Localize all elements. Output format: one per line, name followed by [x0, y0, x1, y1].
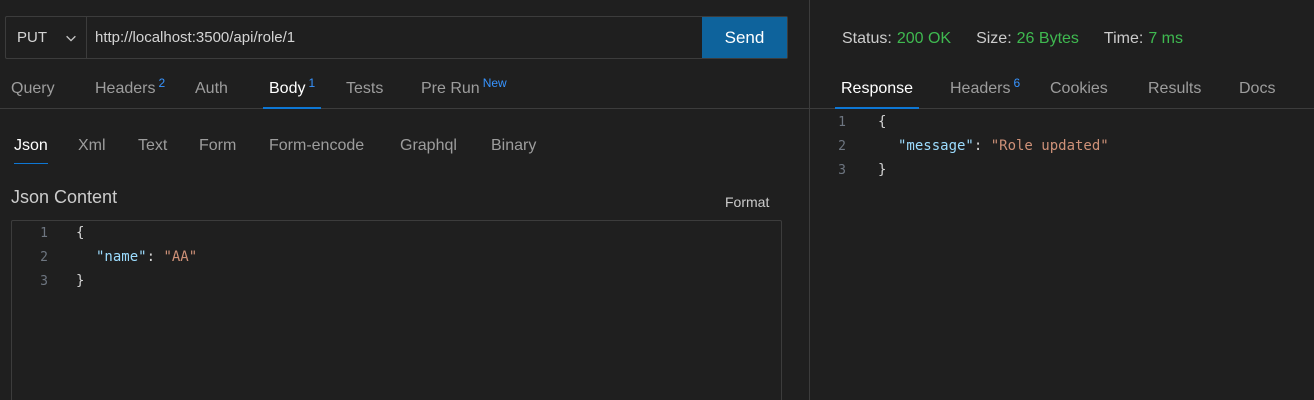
tab-response[interactable]: Response: [834, 68, 920, 109]
format-button[interactable]: Format: [725, 194, 769, 210]
code-text: }: [76, 273, 85, 289]
json-value: "AA": [163, 249, 198, 265]
url-input[interactable]: [87, 17, 702, 58]
line-number: 2: [40, 249, 48, 265]
time-stat: Time: 7 ms: [1104, 30, 1183, 48]
api-client-window: PUT Send Query Headers 2 Auth Body 1: [0, 0, 1314, 400]
send-button[interactable]: Send: [702, 17, 787, 58]
line-number: 1: [838, 114, 846, 130]
json-value: "Role updated": [990, 138, 1109, 154]
status-label: Status:: [842, 30, 892, 47]
body-type-form[interactable]: Form: [199, 128, 236, 164]
tab-label: Auth: [195, 79, 228, 97]
tab-label: Pre Run: [421, 79, 480, 97]
size-label: Size:: [976, 30, 1012, 47]
body-type-text[interactable]: Text: [138, 128, 167, 164]
time-label: Time:: [1103, 30, 1144, 47]
url-bar: PUT Send: [5, 16, 788, 59]
size-value: 26 Bytes: [1016, 30, 1079, 47]
tab-label: Query: [11, 79, 55, 97]
line-number: 3: [40, 273, 48, 289]
editor-line: 1 {: [12, 221, 781, 245]
line-number: 1: [40, 225, 48, 241]
response-pane: Status: 200 OK Size: 26 Bytes Time: 7 ms…: [810, 0, 1314, 400]
headers-count-badge: 2: [158, 75, 166, 90]
body-type-tabs: Json Xml Text Form Form-encode Graphql B…: [0, 128, 809, 168]
size-stat: Size: 26 Bytes: [976, 30, 1079, 48]
json-editor[interactable]: 1 { 2 "name": "AA" 3 }: [11, 220, 782, 400]
response-line: 1 {: [810, 110, 1314, 134]
body-type-json[interactable]: Json: [14, 128, 48, 164]
editor-line: 2 "name": "AA": [12, 245, 781, 269]
tab-tests[interactable]: Tests: [346, 68, 383, 109]
tab-label: Results: [1148, 79, 1202, 97]
body-count-badge: 1: [308, 75, 316, 90]
tab-headers[interactable]: Headers 2: [95, 68, 165, 109]
body-type-form-encode[interactable]: Form-encode: [269, 128, 364, 164]
tab-label: Headers: [950, 79, 1011, 97]
code-text: "message": "Role updated": [878, 138, 1109, 154]
response-line: 2 "message": "Role updated": [810, 134, 1314, 158]
code-text: "name": "AA": [76, 249, 197, 265]
tab-response-headers[interactable]: Headers 6: [950, 68, 1020, 109]
body-type-xml[interactable]: Xml: [78, 128, 106, 164]
line-number: 2: [838, 138, 846, 154]
tab-label: Response: [841, 79, 914, 97]
tab-label: Cookies: [1050, 79, 1108, 97]
tab-pre-run[interactable]: Pre Run New: [421, 68, 507, 109]
json-key: "message": [898, 138, 974, 154]
method-label: PUT: [17, 29, 47, 46]
tab-body[interactable]: Body 1: [262, 68, 322, 109]
line-number: 3: [838, 162, 846, 178]
tab-query[interactable]: Query: [11, 68, 55, 109]
editor-line: 3 }: [12, 269, 781, 293]
json-content-label: Json Content: [11, 187, 118, 207]
status-stat: Status: 200 OK: [842, 30, 951, 48]
response-body[interactable]: 1 { 2 "message": "Role updated" 3 }: [810, 110, 1314, 210]
body-type-binary[interactable]: Binary: [491, 128, 536, 164]
tab-label: Docs: [1239, 79, 1276, 97]
request-tabs: Query Headers 2 Auth Body 1 Tests Pre Ru…: [0, 68, 809, 109]
request-pane: PUT Send Query Headers 2 Auth Body 1: [0, 0, 809, 400]
status-value: 200 OK: [896, 30, 952, 47]
response-stats: Status: 200 OK Size: 26 Bytes Time: 7 ms: [842, 28, 1208, 50]
tab-docs[interactable]: Docs: [1239, 68, 1275, 109]
response-line: 3 }: [810, 158, 1314, 182]
tab-label: Body: [269, 79, 306, 97]
code-text: {: [76, 225, 85, 241]
time-value: 7 ms: [1148, 30, 1183, 47]
tab-cookies[interactable]: Cookies: [1050, 68, 1108, 109]
tab-label: Headers: [95, 79, 156, 97]
chevron-down-icon: [66, 35, 76, 42]
json-key: "name": [96, 249, 147, 265]
json-separator: :: [973, 138, 991, 154]
tab-label: Tests: [346, 79, 384, 97]
response-tabs: Response Headers 6 Cookies Results Docs: [810, 68, 1314, 109]
method-select[interactable]: PUT: [6, 17, 87, 58]
json-separator: :: [146, 249, 164, 265]
new-badge: New: [482, 75, 507, 90]
response-headers-count-badge: 6: [1013, 75, 1021, 90]
tab-auth[interactable]: Auth: [195, 68, 228, 109]
code-text: }: [878, 162, 887, 178]
tab-results[interactable]: Results: [1148, 68, 1201, 109]
body-type-graphql[interactable]: Graphql: [400, 128, 457, 164]
code-text: {: [878, 114, 887, 130]
